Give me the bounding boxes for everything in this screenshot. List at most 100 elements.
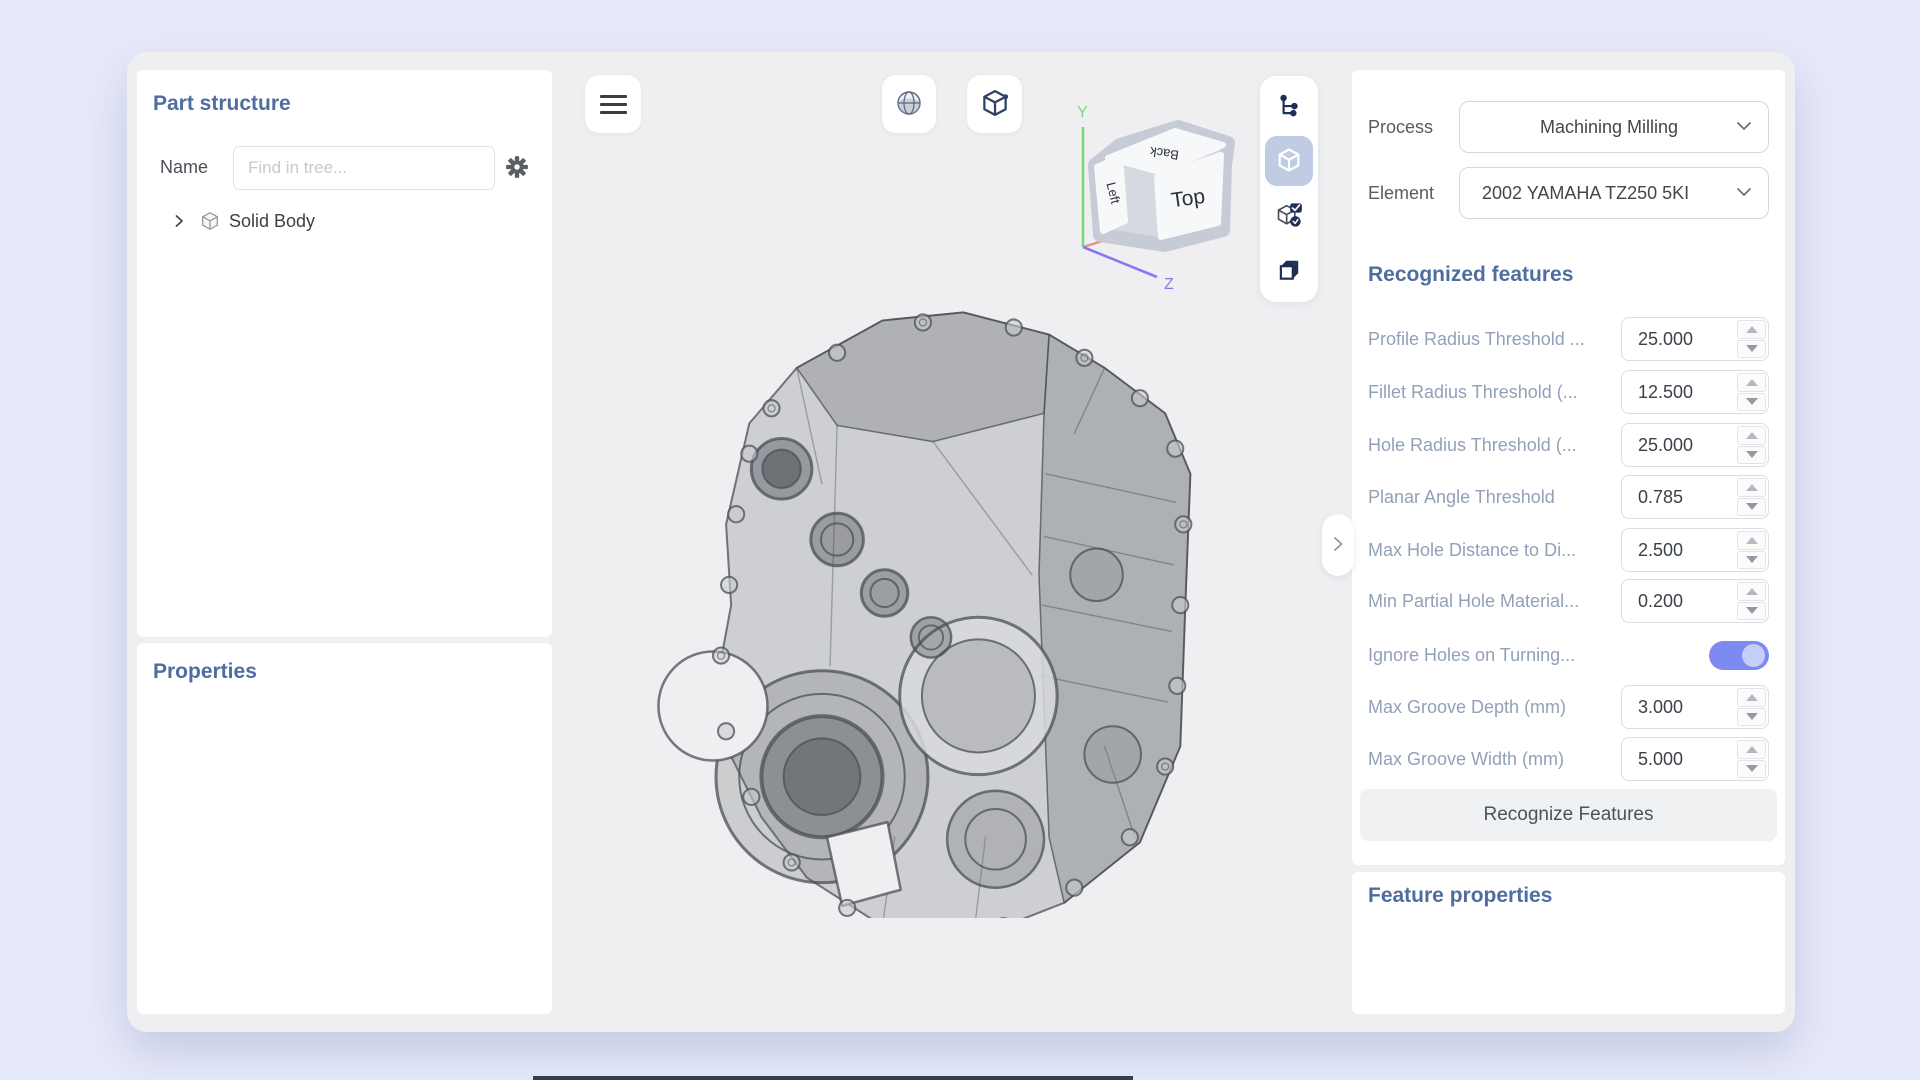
solid-body-view-button[interactable]: [1265, 247, 1313, 297]
tree-settings-button[interactable]: [503, 154, 531, 182]
spin-up-button[interactable]: [1737, 531, 1766, 550]
arrow-up-icon: [1746, 326, 1758, 333]
spin-down-button[interactable]: [1737, 551, 1766, 570]
sphere-view-button[interactable]: [882, 75, 936, 133]
param-label: Max Hole Distance to Di...: [1368, 540, 1576, 561]
ignore-holes-toggle[interactable]: [1709, 641, 1769, 670]
spin-up-button[interactable]: [1737, 582, 1766, 601]
param-label: Hole Radius Threshold (...: [1368, 435, 1577, 456]
chevron-right-icon: [1329, 534, 1347, 557]
param-row-hole-radius: Hole Radius Threshold (... 25.000: [1368, 423, 1769, 467]
spin-down-button[interactable]: [1737, 602, 1766, 621]
arrow-down-icon: [1746, 607, 1758, 614]
fillet-radius-input[interactable]: 12.500: [1621, 370, 1769, 414]
arrow-up-icon: [1746, 379, 1758, 386]
spin-up-button[interactable]: [1737, 373, 1766, 392]
tree-item-label: Solid Body: [229, 211, 315, 232]
element-row: Element 2002 YAMAHA TZ250 5KI: [1368, 167, 1769, 219]
solid-body-cube-icon: [199, 210, 221, 232]
hole-radius-input[interactable]: 25.000: [1621, 423, 1769, 467]
spin-down-button[interactable]: [1737, 708, 1766, 727]
arrow-up-icon: [1746, 746, 1758, 753]
cube-check-icon: [1275, 201, 1303, 232]
arrow-down-icon: [1746, 765, 1758, 772]
spin-up-button[interactable]: [1737, 320, 1766, 339]
element-select[interactable]: 2002 YAMAHA TZ250 5KI: [1459, 167, 1769, 219]
panel-collapse-handle[interactable]: [1322, 514, 1354, 576]
spin-value: 5.000: [1622, 749, 1683, 770]
param-label: Min Partial Hole Material...: [1368, 591, 1579, 612]
arrow-down-icon: [1746, 398, 1758, 405]
param-label: Fillet Radius Threshold (...: [1368, 382, 1578, 403]
spin-value: 0.785: [1622, 487, 1683, 508]
feature-check-view-button[interactable]: [1265, 192, 1313, 242]
arrow-down-icon: [1746, 713, 1758, 720]
viewport-menu-button[interactable]: [585, 75, 641, 133]
cube-icon: [980, 88, 1010, 121]
spin-down-button[interactable]: [1737, 446, 1766, 465]
param-row-max-groove-width: Max Groove Width (mm) 5.000: [1368, 737, 1769, 781]
param-row-ignore-holes: Ignore Holes on Turning...: [1368, 633, 1769, 677]
spin-down-button[interactable]: [1737, 498, 1766, 517]
hamburger-icon: [600, 95, 627, 114]
cube-view-button[interactable]: [967, 75, 1022, 133]
param-row-fillet-radius: Fillet Radius Threshold (... 12.500: [1368, 370, 1769, 414]
max-groove-width-input[interactable]: 5.000: [1621, 737, 1769, 781]
profile-radius-input[interactable]: 25.000: [1621, 317, 1769, 361]
feature-properties-title: Feature properties: [1368, 884, 1552, 908]
arrow-down-icon: [1746, 503, 1758, 510]
spin-up-button[interactable]: [1737, 688, 1766, 707]
toggle-knob: [1742, 644, 1765, 667]
param-row-max-groove-depth: Max Groove Depth (mm) 3.000: [1368, 685, 1769, 729]
chevron-down-icon: [1736, 184, 1752, 202]
param-row-max-hole-distance: Max Hole Distance to Di... 2.500: [1368, 528, 1769, 572]
spin-up-button[interactable]: [1737, 478, 1766, 497]
hierarchy-icon: [1276, 92, 1302, 121]
spin-down-button[interactable]: [1737, 393, 1766, 412]
process-select[interactable]: Machining Milling: [1459, 101, 1769, 153]
bottom-screen-edge-bar: [533, 1076, 1133, 1080]
find-in-tree-input[interactable]: [233, 146, 495, 190]
chevron-down-icon: [1736, 118, 1752, 136]
arrow-up-icon: [1746, 537, 1758, 544]
gear-icon: [505, 155, 529, 182]
properties-title: Properties: [153, 660, 257, 684]
recognized-features-title: Recognized features: [1368, 263, 1573, 287]
element-value: 2002 YAMAHA TZ250 5KI: [1482, 183, 1736, 204]
param-row-planar-angle: Planar Angle Threshold 0.785: [1368, 475, 1769, 519]
spin-value: 2.500: [1622, 540, 1683, 561]
expand-chevron-icon[interactable]: [171, 213, 187, 229]
planar-angle-input[interactable]: 0.785: [1621, 475, 1769, 519]
max-hole-distance-input[interactable]: 2.500: [1621, 528, 1769, 572]
arrow-up-icon: [1746, 694, 1758, 701]
spin-value: 25.000: [1622, 435, 1693, 456]
spin-value: 25.000: [1622, 329, 1693, 350]
tree-item-solid-body[interactable]: Solid Body: [137, 207, 315, 235]
spin-down-button[interactable]: [1737, 340, 1766, 359]
dark-cube-icon: [1276, 257, 1302, 286]
arrow-up-icon: [1746, 484, 1758, 491]
param-label: Max Groove Width (mm): [1368, 749, 1564, 770]
view-cube-top-label: Top: [1170, 185, 1207, 212]
feature-recognition-panel: Process Machining Milling Element 2002 Y…: [1352, 70, 1785, 865]
crankcase-model: [630, 272, 1236, 918]
spin-up-button[interactable]: [1737, 740, 1766, 759]
element-label: Element: [1368, 183, 1434, 204]
param-label: Ignore Holes on Turning...: [1368, 645, 1575, 666]
spin-value: 0.200: [1622, 591, 1683, 612]
axis-y-label: Y: [1077, 104, 1088, 121]
arrow-up-icon: [1746, 588, 1758, 595]
spin-up-button[interactable]: [1737, 426, 1766, 445]
arrow-down-icon: [1746, 345, 1758, 352]
solid-view-button[interactable]: [1265, 136, 1313, 186]
white-cube-icon: [1275, 146, 1303, 177]
feature-properties-panel: Feature properties: [1352, 872, 1785, 1014]
arrow-down-icon: [1746, 556, 1758, 563]
min-partial-hole-input[interactable]: 0.200: [1621, 579, 1769, 623]
recognize-features-button[interactable]: Recognize Features: [1360, 789, 1777, 841]
max-groove-depth-input[interactable]: 3.000: [1621, 685, 1769, 729]
arrow-down-icon: [1746, 451, 1758, 458]
spin-down-button[interactable]: [1737, 760, 1766, 779]
tree-structure-view-button[interactable]: [1265, 81, 1313, 131]
model-viewport[interactable]: [630, 272, 1236, 918]
